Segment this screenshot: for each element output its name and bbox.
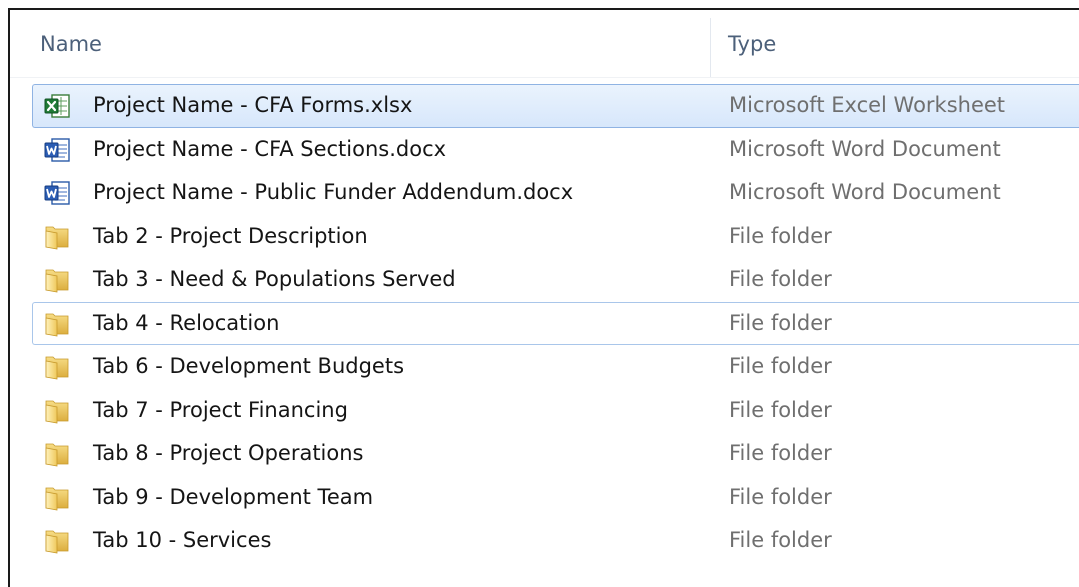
file-row[interactable]: Tab 8 - Project Operations File folder [32, 432, 1079, 476]
folder-icon [43, 484, 71, 512]
folder-icon [43, 397, 71, 425]
folder-icon [43, 310, 71, 338]
folder-icon [43, 266, 71, 294]
column-header-type[interactable]: Type [728, 32, 776, 56]
file-name: Project Name - Public Funder Addendum.do… [93, 180, 574, 204]
file-type: Microsoft Word Document [729, 136, 1001, 161]
file-type: File folder [729, 354, 832, 378]
excel-icon [43, 92, 71, 120]
column-divider[interactable] [710, 18, 711, 78]
file-type: File folder [729, 223, 832, 248]
file-name: Tab 4 - Relocation [93, 310, 280, 335]
file-type: Microsoft Excel Worksheet [729, 93, 1006, 117]
header-divider [10, 77, 1079, 78]
file-name: Tab 6 - Development Budgets [93, 354, 405, 378]
file-row[interactable]: Project Name - CFA Forms.xlsx Microsoft E… [32, 84, 1079, 128]
file-type: File folder [729, 484, 832, 509]
word-icon [43, 179, 71, 207]
file-list-view: Name Type Project Name - CFA Forms.xlsx M… [8, 8, 1079, 587]
folder-icon [43, 527, 71, 555]
file-name: Tab 7 - Project Financing [93, 397, 348, 422]
file-name: Tab 9 - Development Team [93, 484, 374, 509]
file-row[interactable]: Tab 9 - Development Team File folder [32, 476, 1079, 520]
file-row[interactable]: Tab 10 - Services File folder [32, 519, 1079, 563]
file-row[interactable]: Tab 2 - Project Description File folder [32, 215, 1079, 259]
folder-icon [43, 440, 71, 468]
column-header-bar: Name Type [10, 10, 1079, 78]
file-row[interactable]: Project Name - Public Funder Addendum.do… [32, 171, 1079, 215]
folder-icon [43, 353, 71, 381]
word-icon [43, 136, 71, 164]
file-rows: Project Name - CFA Forms.xlsx Microsoft E… [32, 84, 1079, 563]
file-name: Tab 10 - Services [93, 528, 272, 552]
file-type: File folder [729, 267, 832, 291]
file-row[interactable]: Tab 3 - Need & Populations Served File fo… [32, 258, 1079, 302]
file-name: Project Name - CFA Forms.xlsx [93, 93, 413, 117]
file-name: Tab 3 - Need & Populations Served [93, 267, 456, 291]
file-name: Project Name - CFA Sections.docx [93, 136, 447, 161]
file-name: Tab 2 - Project Description [93, 223, 368, 248]
file-type: Microsoft Word Document [729, 180, 1001, 204]
file-row[interactable]: Tab 6 - Development Budgets File folder [32, 345, 1079, 389]
file-name: Tab 8 - Project Operations [93, 441, 364, 465]
file-type: File folder [729, 397, 832, 422]
folder-icon [43, 223, 71, 251]
file-type: File folder [729, 528, 832, 552]
file-row[interactable]: Project Name - CFA Sections.docx Microsof… [32, 128, 1079, 172]
file-row[interactable]: Tab 4 - Relocation File folder [32, 301, 1079, 345]
file-type: File folder [729, 310, 832, 335]
column-header-name[interactable]: Name [40, 32, 102, 56]
file-type: File folder [729, 441, 832, 465]
file-row[interactable]: Tab 7 - Project Financing File folder [32, 389, 1079, 433]
